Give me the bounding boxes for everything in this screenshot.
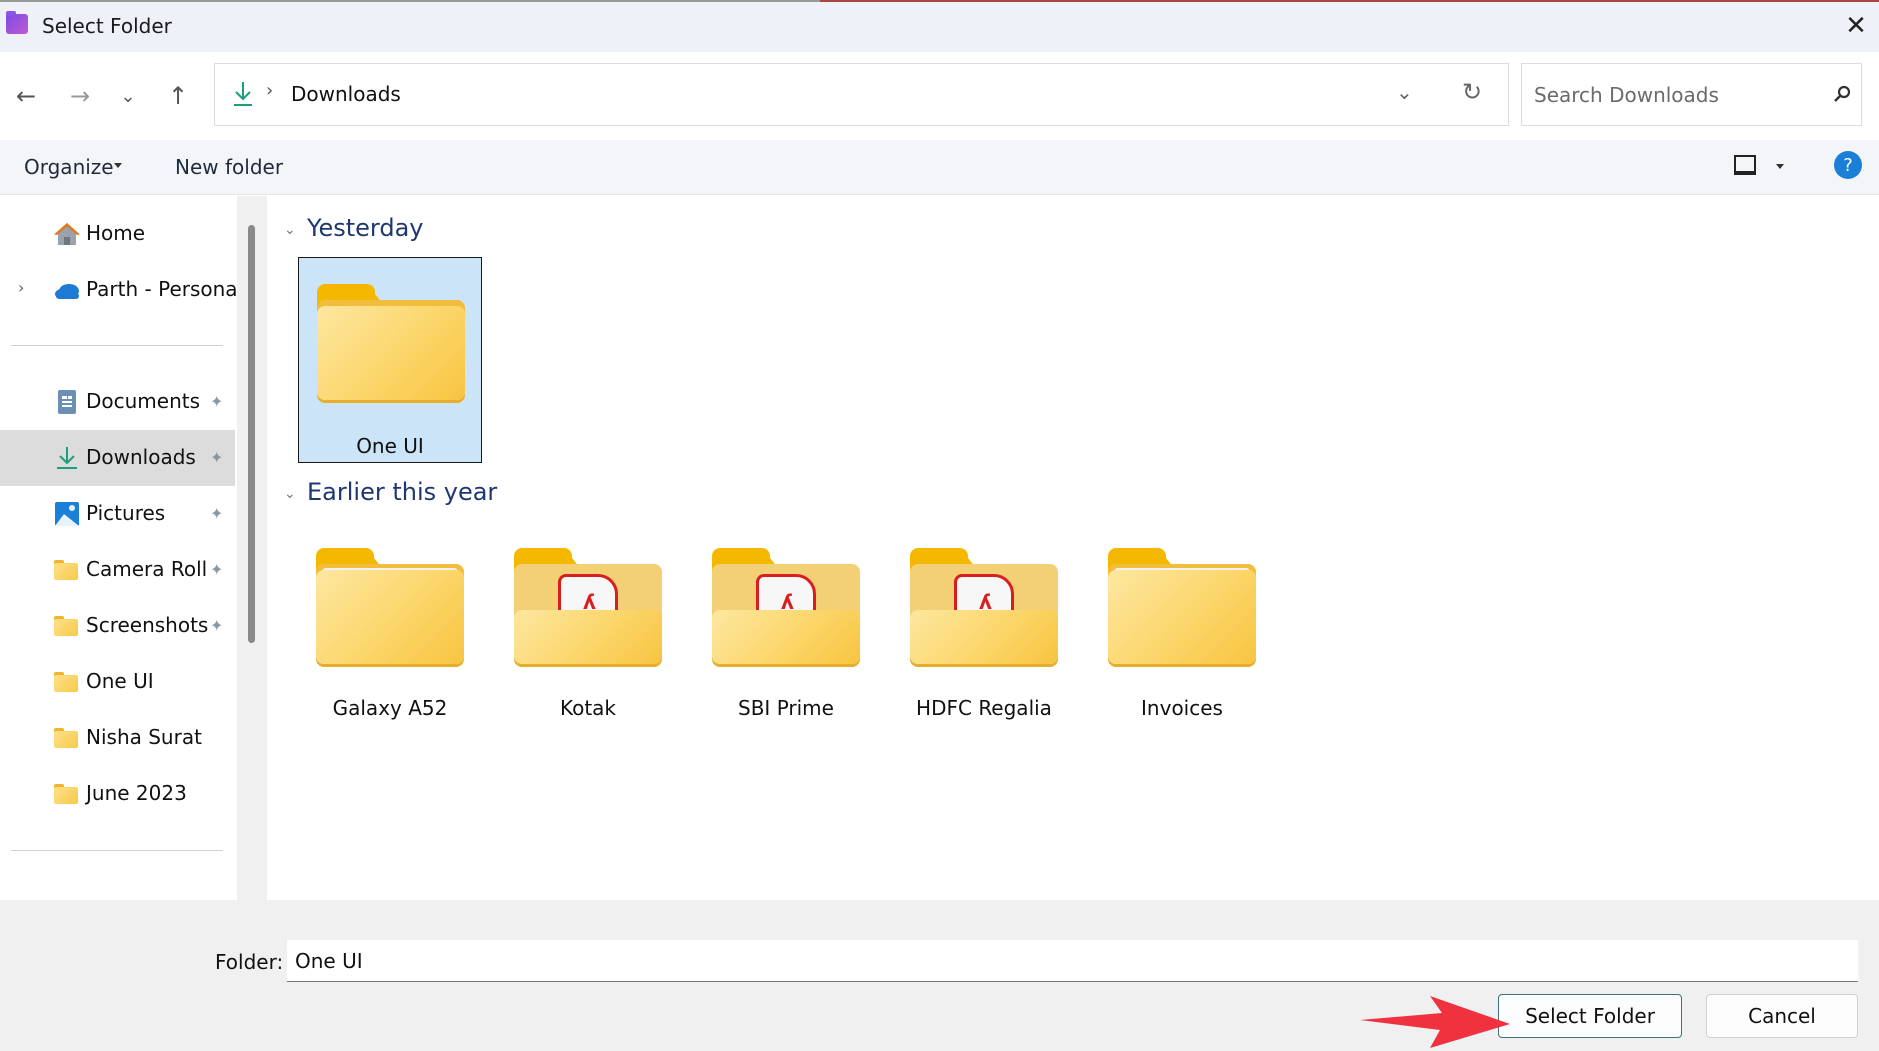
close-icon: ✕ xyxy=(1845,11,1867,41)
organize-button[interactable]: Organize xyxy=(24,155,114,179)
sidebar-item-june-2023[interactable]: June 2023 xyxy=(0,766,235,822)
up-button[interactable]: ↑ xyxy=(160,78,196,114)
chevron-down-icon: ⌄ xyxy=(120,85,136,107)
recent-locations-button[interactable]: ⌄ xyxy=(110,78,146,114)
question-mark-icon: ? xyxy=(1843,154,1853,176)
folder-tile-kotak[interactable]: ʎ Kotak xyxy=(496,522,680,728)
close-button[interactable]: ✕ xyxy=(1838,8,1874,44)
refresh-icon[interactable]: ↻ xyxy=(1462,78,1482,106)
collapse-group-chevron-icon[interactable]: ⌄ xyxy=(284,222,296,238)
folder-tile-galaxy-a52[interactable]: Galaxy A52 xyxy=(298,522,482,728)
address-bar[interactable] xyxy=(214,63,1509,126)
onedrive-cloud-icon xyxy=(55,284,79,299)
folder-tile-hdfc-regalia[interactable]: ʎ HDFC Regalia xyxy=(892,522,1076,728)
documents-icon xyxy=(58,390,76,414)
sidebar-item-icloud-drive[interactable]: › iCloud Drive xyxy=(0,884,235,900)
pin-icon: ✦ xyxy=(210,448,224,467)
breadcrumb-downloads[interactable]: Downloads xyxy=(291,82,401,106)
folder-label: Folder: xyxy=(215,950,284,974)
sidebar-item-label: Pictures xyxy=(86,501,166,525)
sidebar-item-home[interactable]: Home xyxy=(0,206,235,262)
folder-icon xyxy=(54,672,78,692)
app-folder-icon xyxy=(6,11,28,34)
sidebar-item-label: Camera Roll xyxy=(86,557,208,581)
sidebar-item-onedrive[interactable]: › Parth - Personal xyxy=(0,262,237,318)
sidebar-item-documents[interactable]: Documents ✦ xyxy=(0,374,235,430)
home-icon xyxy=(54,223,80,245)
sidebar-item-label: Documents xyxy=(86,389,201,413)
pdf-folder-icon: ʎ xyxy=(712,548,860,664)
organize-caret-icon xyxy=(114,163,122,168)
select-folder-button[interactable]: Select Folder xyxy=(1498,994,1682,1038)
pin-icon: ✦ xyxy=(210,504,224,523)
sidebar-item-label: June 2023 xyxy=(86,781,187,805)
sidebar-item-label: Screenshots xyxy=(86,613,209,637)
help-button[interactable]: ? xyxy=(1834,151,1862,179)
pin-icon: ✦ xyxy=(210,560,224,579)
pin-icon: ✦ xyxy=(210,392,224,411)
search-placeholder: Search Downloads xyxy=(1534,83,1719,107)
forward-button[interactable]: → xyxy=(62,78,98,114)
folder-name: Kotak xyxy=(559,696,617,720)
collapse-group-chevron-icon[interactable]: ⌄ xyxy=(284,486,296,502)
address-history-chevron-icon[interactable]: ⌄ xyxy=(1396,80,1413,104)
downloads-icon xyxy=(234,82,252,106)
sidebar-item-nisha-surat[interactable]: Nisha Surat xyxy=(0,710,235,766)
sidebar-item-label: One UI xyxy=(86,669,154,693)
sidebar-item-camera-roll[interactable]: Camera Roll ✦ xyxy=(0,542,235,598)
folder-name-input[interactable] xyxy=(287,940,1858,982)
folder-icon xyxy=(54,728,78,748)
sidebar-item-label: Parth - Personal xyxy=(86,277,237,301)
folder-icon xyxy=(54,784,78,804)
sidebar-item-screenshots[interactable]: Screenshots ✦ xyxy=(0,598,235,654)
folder-tile-one-ui[interactable]: One UI xyxy=(298,257,482,463)
cancel-button[interactable]: Cancel xyxy=(1706,994,1858,1038)
arrow-left-icon: ← xyxy=(15,82,37,110)
arrow-right-icon: → xyxy=(69,82,91,110)
title-bar xyxy=(0,2,1879,52)
navigation-pane: Home › Parth - Personal Documents ✦ Down… xyxy=(0,196,237,900)
view-options-caret-icon[interactable] xyxy=(1776,164,1784,169)
folder-name: Galaxy A52 xyxy=(332,696,448,720)
new-folder-button[interactable]: New folder xyxy=(175,155,283,179)
sidebar-divider xyxy=(11,345,223,346)
folder-icon xyxy=(1108,548,1256,664)
sidebar-item-one-ui[interactable]: One UI xyxy=(0,654,235,710)
pictures-icon xyxy=(55,502,79,526)
downloads-icon xyxy=(57,447,77,469)
folder-tile-invoices[interactable]: Invoices xyxy=(1090,522,1274,728)
view-layout-icon[interactable] xyxy=(1734,155,1756,175)
expand-chevron-icon[interactable]: › xyxy=(18,278,24,297)
folder-name: One UI xyxy=(356,434,424,458)
sidebar-scrollbar-thumb[interactable] xyxy=(248,225,255,643)
folder-name: SBI Prime xyxy=(738,696,834,720)
pdf-folder-icon: ʎ xyxy=(514,548,662,664)
group-header-yesterday[interactable]: Yesterday xyxy=(307,214,424,242)
sidebar-item-label: Home xyxy=(86,221,146,245)
search-icon[interactable] xyxy=(1832,84,1852,104)
folder-tile-sbi-prime[interactable]: ʎ SBI Prime xyxy=(694,522,878,728)
window-title: Select Folder xyxy=(42,14,172,38)
pin-icon: ✦ xyxy=(210,616,224,635)
breadcrumb-separator-icon: › xyxy=(266,80,274,101)
sidebar-item-label: Nisha Surat xyxy=(86,725,202,749)
folder-name: Invoices xyxy=(1141,696,1223,720)
folder-icon xyxy=(316,548,464,664)
arrow-up-icon: ↑ xyxy=(167,82,189,110)
red-annotation-arrow-icon xyxy=(1360,996,1510,1048)
pdf-folder-icon: ʎ xyxy=(910,548,1058,664)
sidebar-item-downloads[interactable]: Downloads ✦ xyxy=(0,430,235,486)
folder-name: HDFC Regalia xyxy=(916,696,1052,720)
folder-icon xyxy=(317,284,465,400)
sidebar-item-pictures[interactable]: Pictures ✦ xyxy=(0,486,235,542)
sidebar-item-label: Downloads xyxy=(86,445,196,469)
folder-icon xyxy=(54,616,78,636)
group-header-earlier-this-year[interactable]: Earlier this year xyxy=(307,478,497,506)
back-button[interactable]: ← xyxy=(8,78,44,114)
folder-icon xyxy=(54,560,78,580)
sidebar-divider xyxy=(11,850,223,851)
